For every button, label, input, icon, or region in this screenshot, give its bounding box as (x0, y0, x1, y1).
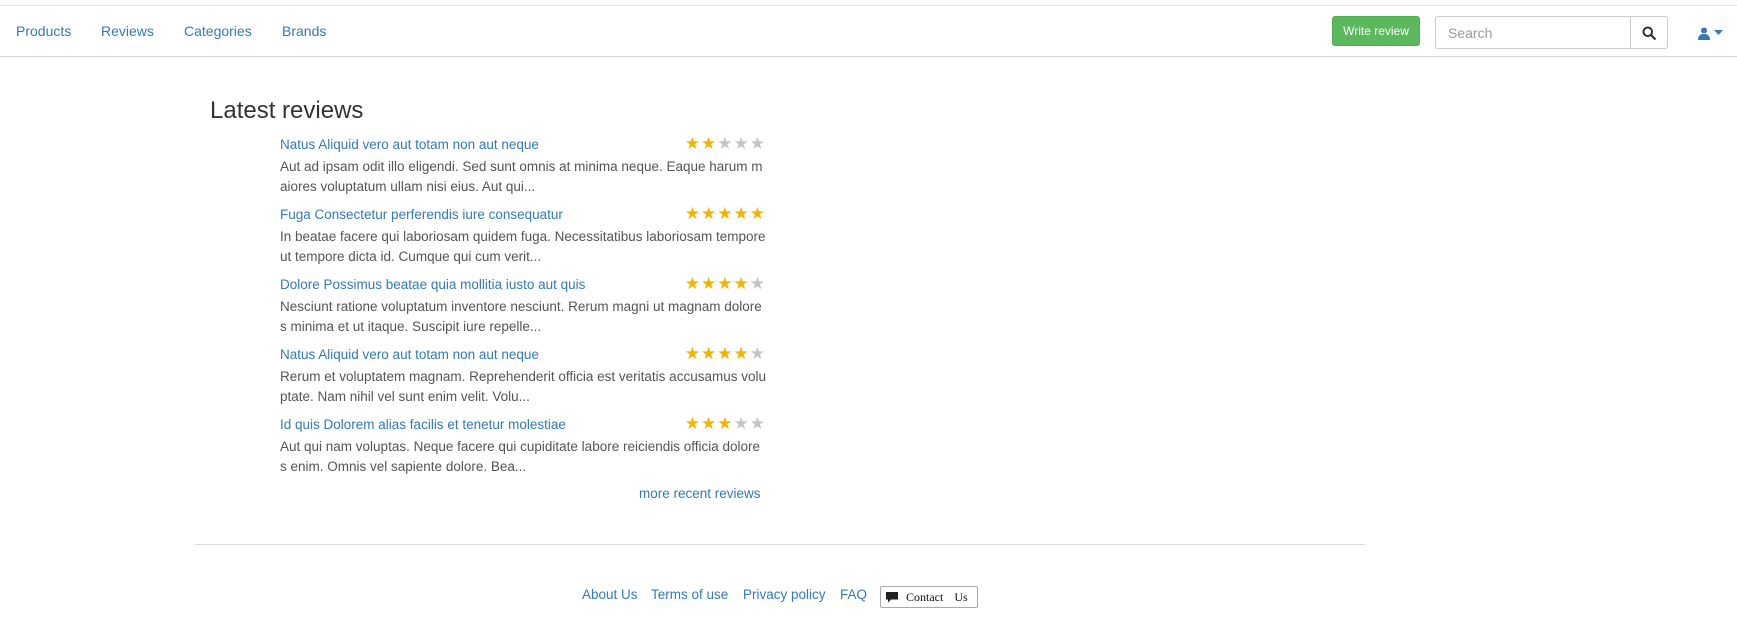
contact-us-label: Contact Us (906, 589, 968, 604)
star-filled-icon: ★ (733, 344, 750, 363)
star-filled-icon: ★ (684, 414, 701, 433)
star-empty-icon: ★ (749, 274, 766, 293)
star-rating: ★★★★★ (685, 414, 766, 434)
user-menu-toggle[interactable] (1698, 24, 1724, 42)
star-filled-icon: ★ (717, 414, 734, 433)
star-rating: ★★★★★ (685, 134, 766, 154)
star-empty-icon: ★ (717, 134, 734, 153)
star-rating: ★★★★★ (685, 344, 766, 364)
nav-item-reviews[interactable]: Reviews (101, 23, 154, 39)
star-rating: ★★★★★ (685, 274, 766, 294)
review-title-link[interactable]: Fuga Consectetur perferendis iure conseq… (280, 207, 563, 222)
footer-divider (195, 544, 1365, 545)
navbar: Products Reviews Categories Brands Write… (0, 6, 1737, 57)
star-filled-icon: ★ (701, 344, 718, 363)
star-filled-icon: ★ (701, 204, 718, 223)
star-filled-icon: ★ (717, 274, 734, 293)
star-rating: ★★★★★ (685, 204, 766, 224)
star-empty-icon: ★ (749, 414, 766, 433)
star-filled-icon: ★ (684, 274, 701, 293)
user-icon (1698, 27, 1710, 40)
star-filled-icon: ★ (717, 204, 734, 223)
footer-link-privacy[interactable]: Privacy policy (743, 587, 826, 602)
footer-link-about[interactable]: About Us (582, 587, 638, 602)
nav-item-products[interactable]: Products (16, 23, 71, 39)
nav-item-brands[interactable]: Brands (282, 23, 326, 39)
star-empty-icon: ★ (733, 134, 750, 153)
review-title-link[interactable]: Natus Aliquid vero aut totam non aut neq… (280, 347, 539, 362)
more-recent-reviews-link[interactable]: more recent reviews (639, 486, 761, 501)
footer-link-faq[interactable]: FAQ (840, 587, 867, 602)
chat-bubble-icon (886, 591, 898, 602)
write-review-button[interactable]: Write review (1332, 16, 1420, 46)
search-icon (1642, 26, 1656, 40)
star-filled-icon: ★ (684, 204, 701, 223)
star-filled-icon: ★ (749, 204, 766, 223)
page-heading: Latest reviews (210, 97, 364, 124)
nav-item-categories[interactable]: Categories (184, 23, 252, 39)
review-title-link[interactable]: Dolore Possimus beatae quia mollitia ius… (280, 277, 585, 292)
star-filled-icon: ★ (684, 344, 701, 363)
star-filled-icon: ★ (701, 134, 718, 153)
review-excerpt: Aut ad ipsam odit illo eligendi. Sed sun… (280, 159, 763, 194)
star-filled-icon: ★ (701, 414, 718, 433)
review-title-link[interactable]: Natus Aliquid vero aut totam non aut neq… (280, 137, 539, 152)
star-empty-icon: ★ (733, 414, 750, 433)
footer-link-terms[interactable]: Terms of use (651, 587, 728, 602)
review-excerpt: In beatae facere qui laboriosam quidem f… (280, 229, 766, 264)
caret-down-icon (1714, 30, 1723, 35)
star-filled-icon: ★ (684, 134, 701, 153)
star-filled-icon: ★ (733, 204, 750, 223)
search-input[interactable] (1435, 16, 1631, 49)
review-title-link[interactable]: Id quis Dolorem alias facilis et tenetur… (280, 417, 566, 432)
contact-us-button[interactable]: Contact Us (880, 586, 978, 608)
review-excerpt: Rerum et voluptatem magnam. Reprehenderi… (280, 369, 766, 404)
star-filled-icon: ★ (733, 274, 750, 293)
star-empty-icon: ★ (749, 344, 766, 363)
review-excerpt: Aut qui nam voluptas. Neque facere qui c… (280, 439, 761, 474)
review-excerpt: Nesciunt ratione voluptatum inventore ne… (280, 299, 762, 334)
search-button[interactable] (1630, 16, 1668, 49)
star-filled-icon: ★ (717, 344, 734, 363)
star-filled-icon: ★ (701, 274, 718, 293)
star-empty-icon: ★ (749, 134, 766, 153)
